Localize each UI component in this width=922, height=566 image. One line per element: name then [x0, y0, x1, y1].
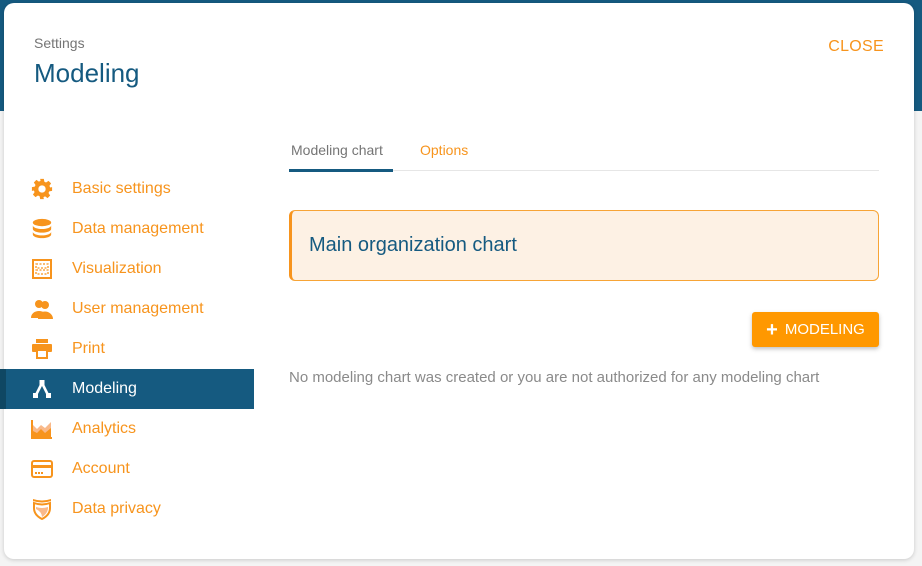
sidebar-item-visualization[interactable]: Visualization	[0, 249, 254, 289]
sidebar-item-print[interactable]: Print	[0, 329, 254, 369]
database-icon	[30, 217, 54, 241]
sidebar-item-data-privacy[interactable]: Data privacy	[0, 489, 254, 529]
credit-card-icon	[30, 457, 54, 481]
add-modeling-label: MODELING	[784, 321, 865, 338]
sidebar-item-analytics[interactable]: Analytics	[0, 409, 254, 449]
sidebar-item-label: Basic settings	[72, 180, 171, 197]
active-tab-indicator	[289, 169, 393, 172]
modeling-icon	[30, 377, 54, 401]
sidebar-item-label: User management	[72, 300, 204, 317]
empty-state-message: No modeling chart was created or you are…	[289, 369, 820, 386]
sidebar-item-label: Print	[72, 340, 105, 357]
shield-icon	[30, 497, 54, 521]
sidebar-item-label: Data management	[72, 220, 204, 237]
sidebar-item-user-management[interactable]: User management	[0, 289, 254, 329]
tab-options[interactable]: Options	[420, 142, 468, 158]
gear-icon	[30, 177, 54, 201]
sidebar-item-label: Modeling	[72, 380, 137, 397]
breadcrumb-settings: Settings	[34, 35, 85, 51]
sidebar-item-label: Data privacy	[72, 500, 161, 517]
tab-bar: Modeling chart Options	[289, 133, 879, 172]
sidebar-item-label: Account	[72, 460, 130, 477]
sidebar-item-label: Analytics	[72, 420, 137, 437]
users-icon	[30, 297, 54, 321]
page-title: Modeling	[34, 58, 140, 88]
sidebar-item-basic-settings[interactable]: Basic settings	[0, 169, 254, 209]
sidebar: Basic settings Data management Visualiza…	[0, 169, 254, 529]
printer-icon	[30, 337, 54, 361]
sidebar-item-modeling[interactable]: Modeling	[0, 369, 254, 409]
settings-dialog: Settings Modeling CLOSE Basic settings D…	[0, 3, 914, 559]
plus-icon: +	[766, 318, 778, 341]
chart-card-title: Main organization chart	[309, 234, 517, 256]
add-modeling-button[interactable]: + MODELING	[752, 312, 879, 347]
tab-modeling-chart[interactable]: Modeling chart	[291, 142, 383, 158]
sidebar-item-account[interactable]: Account	[0, 449, 254, 489]
visualization-icon	[30, 257, 54, 281]
close-button[interactable]: CLOSE	[828, 38, 884, 56]
analytics-icon	[30, 417, 54, 441]
sidebar-item-data-management[interactable]: Data management	[0, 209, 254, 249]
modeling-chart-card[interactable]: Main organization chart	[289, 210, 879, 281]
sidebar-item-label: Visualization	[72, 260, 162, 277]
